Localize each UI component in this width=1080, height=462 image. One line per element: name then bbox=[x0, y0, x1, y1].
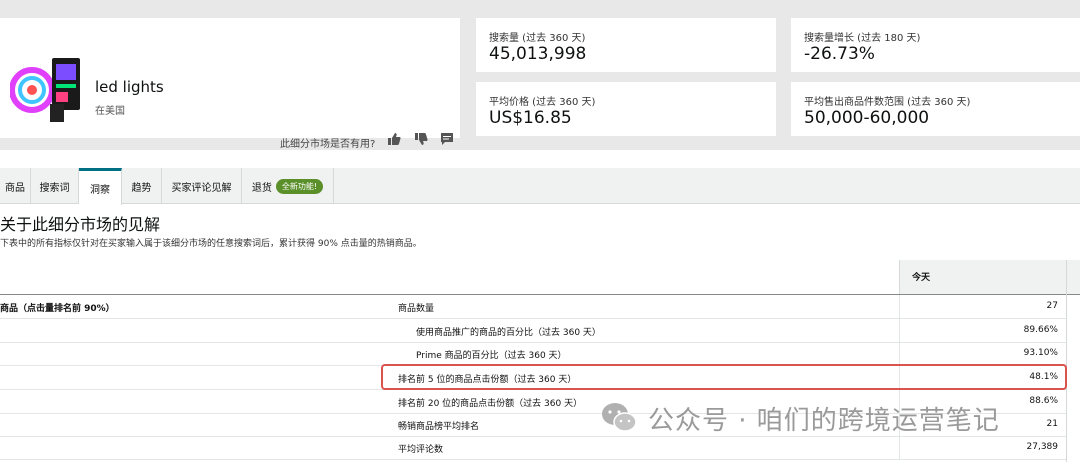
tab-label: 搜索词 bbox=[39, 182, 70, 194]
metric-card-search-volume: 搜索量 (过去 360 天) 45,013,998 bbox=[476, 18, 776, 72]
row-metric-value: 27,389 bbox=[1026, 442, 1059, 452]
table-row: Prime 商品的百分比（过去 360 天） 93.10% bbox=[0, 342, 1066, 366]
tab-review-insights[interactable]: 买家评论见解 bbox=[162, 168, 242, 204]
row-metric-name: Prime 商品的百分比（过去 360 天） bbox=[416, 351, 567, 361]
metric-value: -26.73% bbox=[804, 44, 875, 64]
row-metric-name: 平均评论数 bbox=[398, 445, 444, 455]
tab-label: 洞察 bbox=[90, 184, 110, 196]
row-metric-name: 使用商品推广的商品的百分比（过去 360 天） bbox=[416, 328, 601, 338]
metric-label: 平均价格 (过去 360 天) bbox=[489, 97, 596, 108]
wechat-icon bbox=[602, 403, 637, 432]
metric-card-avg-price: 平均价格 (过去 360 天) US$16.85 bbox=[476, 82, 776, 136]
product-title: led lights bbox=[95, 78, 164, 96]
row-metric-value: 88.6% bbox=[1029, 396, 1058, 406]
metric-label: 搜索量 (过去 360 天) bbox=[489, 33, 586, 44]
watermark-text: 公众号 · 咱们的跨境运营笔记 bbox=[648, 405, 1000, 436]
metric-value: 45,013,998 bbox=[489, 44, 587, 64]
metric-value: US$16.85 bbox=[489, 108, 572, 128]
cell-divider bbox=[899, 295, 900, 319]
product-image bbox=[10, 38, 84, 126]
product-marketplace: 在美国 bbox=[95, 106, 125, 117]
metric-value: 50,000-60,000 bbox=[804, 108, 930, 128]
watermark: 公众号 · 咱们的跨境运营笔记 bbox=[600, 398, 1000, 438]
metric-card-search-growth: 搜索量增长 (过去 180 天) -26.73% bbox=[791, 18, 1080, 72]
tab-search-terms[interactable]: 搜索词 bbox=[31, 168, 79, 204]
table-row: 平均评论数 27,389 bbox=[0, 436, 1066, 460]
table-row: 使用商品推广的商品的百分比（过去 360 天） 89.66% bbox=[0, 319, 1066, 343]
feedback-question: 此细分市场是否有用? bbox=[280, 139, 376, 150]
row-metric-name: 商品数量 bbox=[398, 304, 435, 314]
column-header-today: 今天 bbox=[899, 260, 1080, 294]
row-metric-name: 排名前 20 位的商品点击份额（过去 360 天） bbox=[398, 399, 583, 409]
thumbs-up-icon[interactable] bbox=[387, 132, 401, 146]
row-metric-value: 89.66% bbox=[1023, 325, 1058, 335]
highlight-box bbox=[381, 364, 1067, 390]
cell-divider bbox=[899, 436, 900, 460]
column-divider bbox=[1066, 260, 1067, 462]
tab-trends[interactable]: 趋势 bbox=[122, 168, 162, 204]
tab-label: 买家评论见解 bbox=[171, 182, 232, 194]
product-card: led lights 在美国 此细分市场是否有用? bbox=[0, 18, 460, 150]
tab-label: 趋势 bbox=[131, 182, 152, 194]
tab-label: 商品 bbox=[5, 182, 25, 194]
insights-title: 关于此细分市场的见解 bbox=[0, 215, 161, 234]
comment-icon[interactable] bbox=[440, 132, 454, 146]
row-metric-name: 畅销商品榜平均排名 bbox=[398, 422, 480, 432]
row-metric-value: 21 bbox=[1046, 419, 1058, 429]
column-header-label: 今天 bbox=[912, 273, 931, 283]
metric-label: 平均售出商品件数范围 (过去 360 天) bbox=[804, 97, 971, 108]
insights-description: 下表中的所有指标仅针对在买家输入属于该细分市场的任意搜索词后，累计获得 90% … bbox=[0, 239, 422, 249]
cell-divider bbox=[899, 319, 900, 343]
tab-insights[interactable]: 洞察 bbox=[79, 168, 122, 205]
tab-products[interactable]: 商品 bbox=[0, 168, 31, 204]
thumbs-down-icon[interactable] bbox=[414, 132, 428, 146]
tab-label: 退货 bbox=[251, 182, 272, 194]
metric-label: 搜索量增长 (过去 180 天) bbox=[804, 33, 921, 44]
tab-bar: 商品 搜索词 洞察 趋势 买家评论见解 退货 全新功能! bbox=[0, 168, 1080, 205]
row-metric-value: 93.10% bbox=[1023, 348, 1058, 358]
cell-divider bbox=[899, 342, 900, 366]
new-feature-badge: 全新功能! bbox=[275, 178, 324, 194]
table-row: 商品数量 27 bbox=[0, 295, 1066, 319]
tab-returns[interactable]: 退货 全新功能! bbox=[242, 168, 334, 204]
metric-card-units-sold: 平均售出商品件数范围 (过去 360 天) 50,000-60,000 bbox=[791, 82, 1080, 136]
row-metric-value: 27 bbox=[1046, 301, 1058, 311]
